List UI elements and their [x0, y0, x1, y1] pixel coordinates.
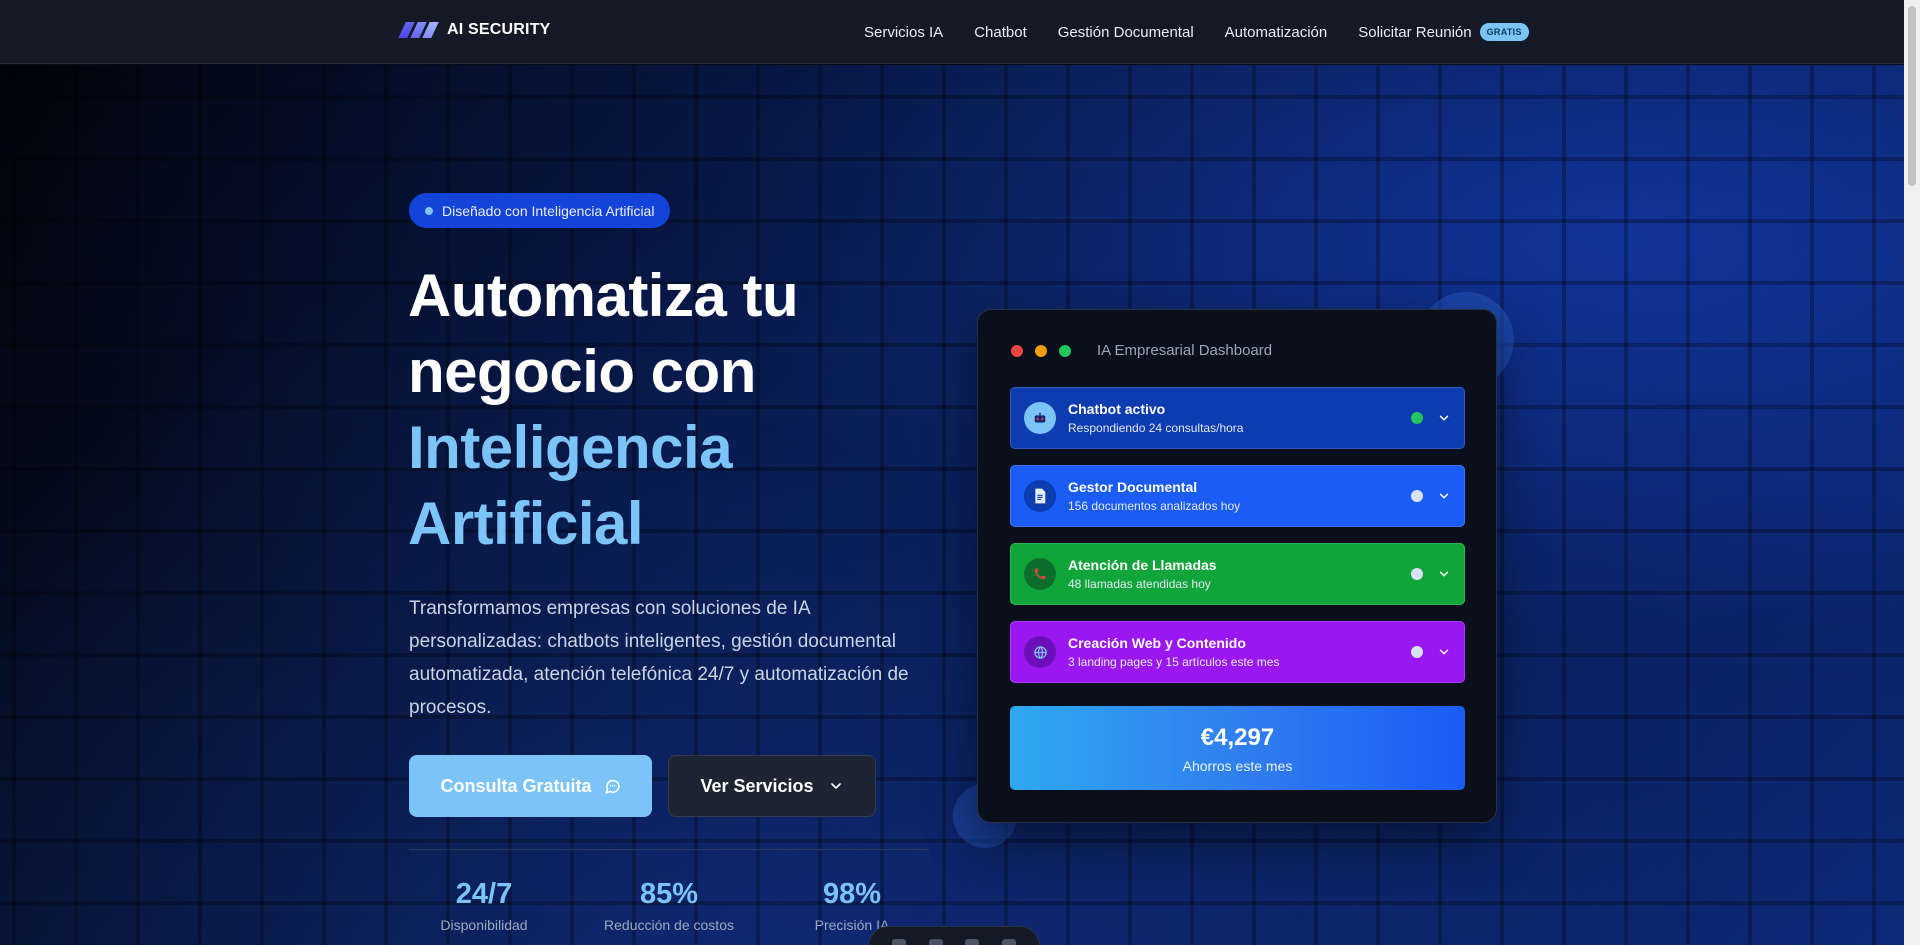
dashboard-title: IA Empresarial Dashboard — [1097, 342, 1273, 359]
headline-line-1: Automatiza tu — [408, 262, 799, 329]
card-atencion-llamadas[interactable]: Atención de Llamadas 48 llamadas atendid… — [1010, 543, 1465, 605]
card-gestor-documental[interactable]: Gestor Documental 156 documentos analiza… — [1010, 465, 1465, 527]
nav-link-servicios[interactable]: Servicios IA — [864, 24, 943, 41]
page-scrollbar[interactable] — [1904, 0, 1920, 945]
logo-text: AI SECURITY — [447, 21, 551, 38]
ver-servicios-button[interactable]: Ver Servicios — [668, 755, 876, 817]
toolbar-tool-icon[interactable] — [892, 939, 907, 945]
headline-accent-1: Inteligencia — [408, 414, 733, 481]
nav-link-solicitar-reunion[interactable]: Solicitar Reunión — [1358, 24, 1471, 41]
status-dot — [1411, 412, 1423, 424]
ai-dashboard-card: IA Empresarial Dashboard Chatbot activo … — [977, 309, 1497, 823]
toolbar-tool-icon[interactable] — [965, 939, 980, 945]
card-subtitle: 3 landing pages y 15 artículos este mes — [1068, 655, 1280, 669]
gratis-badge: GRATIS — [1479, 23, 1529, 41]
chevron-down-icon[interactable] — [1437, 489, 1451, 503]
card-title: Atención de Llamadas — [1068, 557, 1217, 573]
hero-headline: Automatiza tu negocio con Inteligencia A… — [408, 258, 968, 562]
stats-divider — [409, 849, 929, 850]
document-icon — [1024, 480, 1056, 512]
globe-icon — [1024, 636, 1056, 668]
stat-label: Reducción de costos — [604, 917, 734, 933]
monthly-savings-panel: €4,297 Ahorros este mes — [1010, 706, 1465, 790]
card-subtitle: Respondiendo 24 consultas/hora — [1068, 421, 1244, 435]
nav-link-automatizacion[interactable]: Automatización — [1225, 24, 1328, 41]
nav-link-gestion[interactable]: Gestión Documental — [1058, 24, 1194, 41]
stat-value: 24/7 — [455, 878, 513, 910]
consulta-gratuita-button[interactable]: Consulta Gratuita — [409, 755, 652, 817]
pill-label: Diseñado con Inteligencia Artificial — [442, 202, 655, 219]
savings-value: €4,297 — [1200, 724, 1275, 751]
stat-label: Disponibilidad — [440, 917, 528, 933]
card-title: Chatbot activo — [1068, 401, 1166, 417]
toolbar-tool-icon[interactable] — [928, 939, 943, 945]
card-chatbot[interactable]: Chatbot activo Respondiendo 24 consultas… — [1010, 387, 1465, 449]
stat-disponibilidad: 24/7 Disponibilidad — [409, 878, 559, 933]
ai-designed-pill: Diseñado con Inteligencia Artificial — [409, 193, 671, 228]
stat-value: 85% — [639, 878, 699, 910]
robot-icon — [1024, 402, 1056, 434]
phone-icon — [1024, 558, 1056, 590]
logo[interactable]: AI SECURITY — [398, 21, 551, 39]
floating-toolbar[interactable] — [868, 926, 1040, 945]
stat-precision-ia: 98% Precisión IA — [777, 878, 927, 933]
hero-description: Transformamos empresas con soluciones de… — [409, 598, 909, 718]
chat-bubble-icon — [604, 779, 620, 794]
stat-value: 98% — [822, 878, 882, 910]
logo-icon — [398, 22, 439, 38]
pill-dot-icon — [425, 206, 433, 215]
chevron-down-icon[interactable] — [1437, 411, 1451, 425]
window-minimize-dot — [1035, 344, 1047, 357]
consulta-gratuita-label: Consulta Gratuita — [440, 775, 592, 796]
status-dot — [1411, 568, 1423, 580]
headline-line-2: negocio con — [408, 338, 756, 405]
savings-label: Ahorros este mes — [1182, 758, 1293, 774]
status-dot — [1411, 646, 1423, 658]
nav-link-chatbot[interactable]: Chatbot — [974, 24, 1027, 41]
top-navbar: AI SECURITY Servicios IA Chatbot Gestión… — [0, 0, 1904, 64]
chevron-down-icon — [830, 783, 841, 789]
chevron-down-icon[interactable] — [1437, 567, 1451, 581]
card-subtitle: 48 llamadas atendidas hoy — [1068, 577, 1211, 591]
stat-reduccion-costos: 85% Reducción de costos — [594, 878, 744, 933]
window-close-dot — [1011, 344, 1023, 357]
dashboard-header: IA Empresarial Dashboard — [1011, 342, 1272, 359]
chevron-down-icon[interactable] — [1437, 645, 1451, 659]
card-creacion-web[interactable]: Creación Web y Contenido 3 landing pages… — [1010, 621, 1465, 683]
card-title: Gestor Documental — [1068, 479, 1198, 495]
nav-links: Servicios IA Chatbot Gestión Documental … — [864, 0, 1529, 64]
card-subtitle: 156 documentos analizados hoy — [1068, 499, 1241, 513]
ver-servicios-label: Ver Servicios — [700, 775, 814, 796]
card-title: Creación Web y Contenido — [1068, 635, 1246, 651]
toolbar-settings-icon[interactable] — [1001, 939, 1016, 945]
status-dot — [1411, 490, 1423, 502]
headline-accent-2: Artificial — [408, 490, 644, 557]
scrollbar-thumb[interactable] — [1908, 6, 1916, 186]
window-maximize-dot — [1059, 344, 1071, 357]
